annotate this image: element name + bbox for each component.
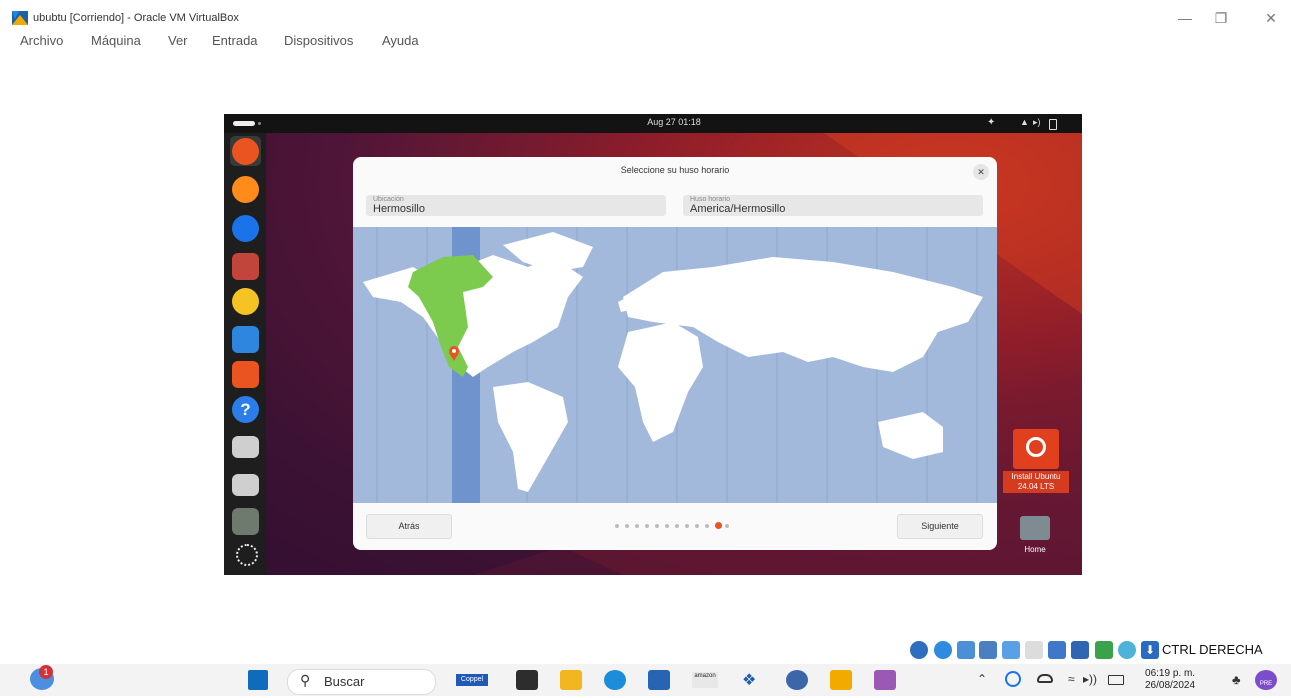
cpu-icon[interactable]: [1095, 641, 1113, 659]
start-icon[interactable]: [248, 670, 268, 690]
amazon-app-icon[interactable]: amazon: [692, 672, 718, 688]
notification-badge: 1: [39, 665, 53, 679]
timezone-map[interactable]: [353, 227, 997, 503]
file-explorer-icon[interactable]: [560, 670, 582, 690]
volume-icon[interactable]: ▸): [1033, 117, 1041, 128]
dialog-title: Seleccione su huso horario: [620, 165, 730, 175]
system-time: 06:19 p. m.: [1145, 668, 1196, 679]
restore-icon[interactable]: ❐: [1206, 10, 1236, 27]
search-icon: ⚲: [300, 672, 311, 688]
workspace-dot-icon: [258, 122, 261, 125]
coppel-app-icon[interactable]: Coppel: [456, 674, 488, 686]
close-icon[interactable]: ✕: [973, 164, 989, 180]
step-dot: [625, 524, 629, 528]
close-icon[interactable]: ✕: [1256, 10, 1286, 27]
home-folder-icon[interactable]: [1020, 516, 1050, 540]
activities-icon[interactable]: [233, 121, 255, 126]
trash-icon[interactable]: [232, 508, 259, 535]
shared-folders-icon[interactable]: [1025, 641, 1043, 659]
vpn-icon[interactable]: [786, 670, 808, 690]
timezone-label: Huso horario: [690, 196, 731, 203]
edge-icon[interactable]: [604, 670, 626, 690]
menu-ver[interactable]: Ver: [168, 33, 188, 48]
virtualbox-taskbar-icon[interactable]: [830, 670, 852, 690]
step-dot: [695, 524, 699, 528]
step-dot: [685, 524, 689, 528]
help-icon[interactable]: ?: [232, 396, 259, 423]
clock[interactable]: Aug 27 01:18: [624, 117, 724, 127]
task-view-icon[interactable]: [516, 670, 538, 690]
drive-icon[interactable]: [232, 436, 259, 458]
firefox-icon[interactable]: [232, 176, 259, 203]
windows-taskbar: [0, 664, 1291, 696]
ubuntu-logo-icon: [1026, 437, 1046, 457]
step-dot-active: [715, 522, 722, 529]
battery-icon[interactable]: [1108, 675, 1124, 685]
rhythmbox-icon[interactable]: [232, 288, 259, 315]
menu-maquina[interactable]: Máquina: [91, 33, 141, 48]
cloud-icon[interactable]: [1037, 674, 1053, 683]
display-icon[interactable]: [1048, 641, 1066, 659]
step-dot: [645, 524, 649, 528]
menu-ayuda[interactable]: Ayuda: [382, 33, 419, 48]
copilot-icon[interactable]: PRE: [1255, 670, 1277, 690]
host-key-label: CTRL DERECHA: [1162, 642, 1263, 657]
timezone-value: America/Hermosillo: [690, 203, 786, 215]
app-center-icon[interactable]: [232, 361, 259, 388]
apps-grid-icon[interactable]: [236, 544, 258, 566]
step-dot: [675, 524, 679, 528]
virtualbox-logo-icon: [12, 11, 28, 25]
step-dot: [655, 524, 659, 528]
menu-bar: Archivo Máquina Ver Entrada Dispositivos…: [0, 30, 1291, 52]
chevron-up-icon[interactable]: ⌃: [977, 672, 987, 686]
step-dot: [665, 524, 669, 528]
system-date: 26/08/2024: [1145, 680, 1196, 691]
next-button[interactable]: Siguiente: [897, 514, 983, 539]
storage-icon[interactable]: [910, 641, 928, 659]
usb-icon[interactable]: [1002, 641, 1020, 659]
ubuntu-installer-icon[interactable]: [232, 138, 259, 165]
accessibility-icon[interactable]: ✦: [987, 117, 995, 128]
thunderbird-icon[interactable]: [232, 215, 259, 242]
step-dot: [725, 524, 729, 528]
network-adapter-icon[interactable]: [979, 641, 997, 659]
notifications-bell-icon[interactable]: ♣: [1232, 672, 1241, 687]
vm-display[interactable]: Aug 27 01:18 ✦ ▲ ▸) ? Install Ubuntu 24.…: [224, 114, 1082, 575]
window-title: ububtu [Corriendo] - Oracle VM VirtualBo…: [33, 12, 239, 24]
step-dot: [705, 524, 709, 528]
mouse-integration-icon[interactable]: [1118, 641, 1136, 659]
optical-drive-icon[interactable]: [934, 641, 952, 659]
system-clock[interactable]: 06:19 p. m. 26/08/2024: [1145, 668, 1195, 692]
step-dot: [635, 524, 639, 528]
wifi-icon[interactable]: ≈: [1068, 672, 1075, 686]
files-icon[interactable]: [232, 253, 259, 280]
writer-icon[interactable]: [232, 326, 259, 353]
step-dot: [615, 524, 619, 528]
dropbox-icon[interactable]: ❖: [742, 670, 756, 690]
google-drive-icon[interactable]: [1005, 671, 1021, 687]
drive-icon[interactable]: [232, 474, 259, 496]
menu-entrada[interactable]: Entrada: [212, 33, 258, 48]
search-placeholder: Buscar: [324, 674, 365, 689]
timezone-field[interactable]: Huso horario America/Hermosillo: [683, 195, 983, 216]
install-ubuntu-label: Install Ubuntu 24.04 LTS: [1003, 471, 1069, 493]
timezone-dialog: Seleccione su huso horario ✕ Ubicación H…: [353, 157, 997, 550]
keyboard-capture-icon[interactable]: ⬇: [1141, 641, 1159, 659]
menu-archivo[interactable]: Archivo: [20, 33, 63, 48]
menu-dispositivos[interactable]: Dispositivos: [284, 33, 353, 48]
volume-icon[interactable]: ▸)): [1083, 672, 1097, 686]
store-icon[interactable]: [648, 670, 670, 690]
recording-icon[interactable]: [1071, 641, 1089, 659]
audio-icon[interactable]: [957, 641, 975, 659]
snipping-tool-icon[interactable]: [874, 670, 896, 690]
back-button[interactable]: Atrás: [366, 514, 452, 539]
location-label: Ubicación: [373, 196, 404, 203]
location-value: Hermosillo: [373, 203, 425, 215]
home-label: Home: [1024, 545, 1046, 554]
minimize-icon[interactable]: —: [1170, 10, 1200, 26]
location-field[interactable]: Ubicación Hermosillo: [366, 195, 666, 216]
battery-icon[interactable]: [1049, 119, 1057, 130]
network-icon[interactable]: ▲: [1020, 117, 1029, 127]
